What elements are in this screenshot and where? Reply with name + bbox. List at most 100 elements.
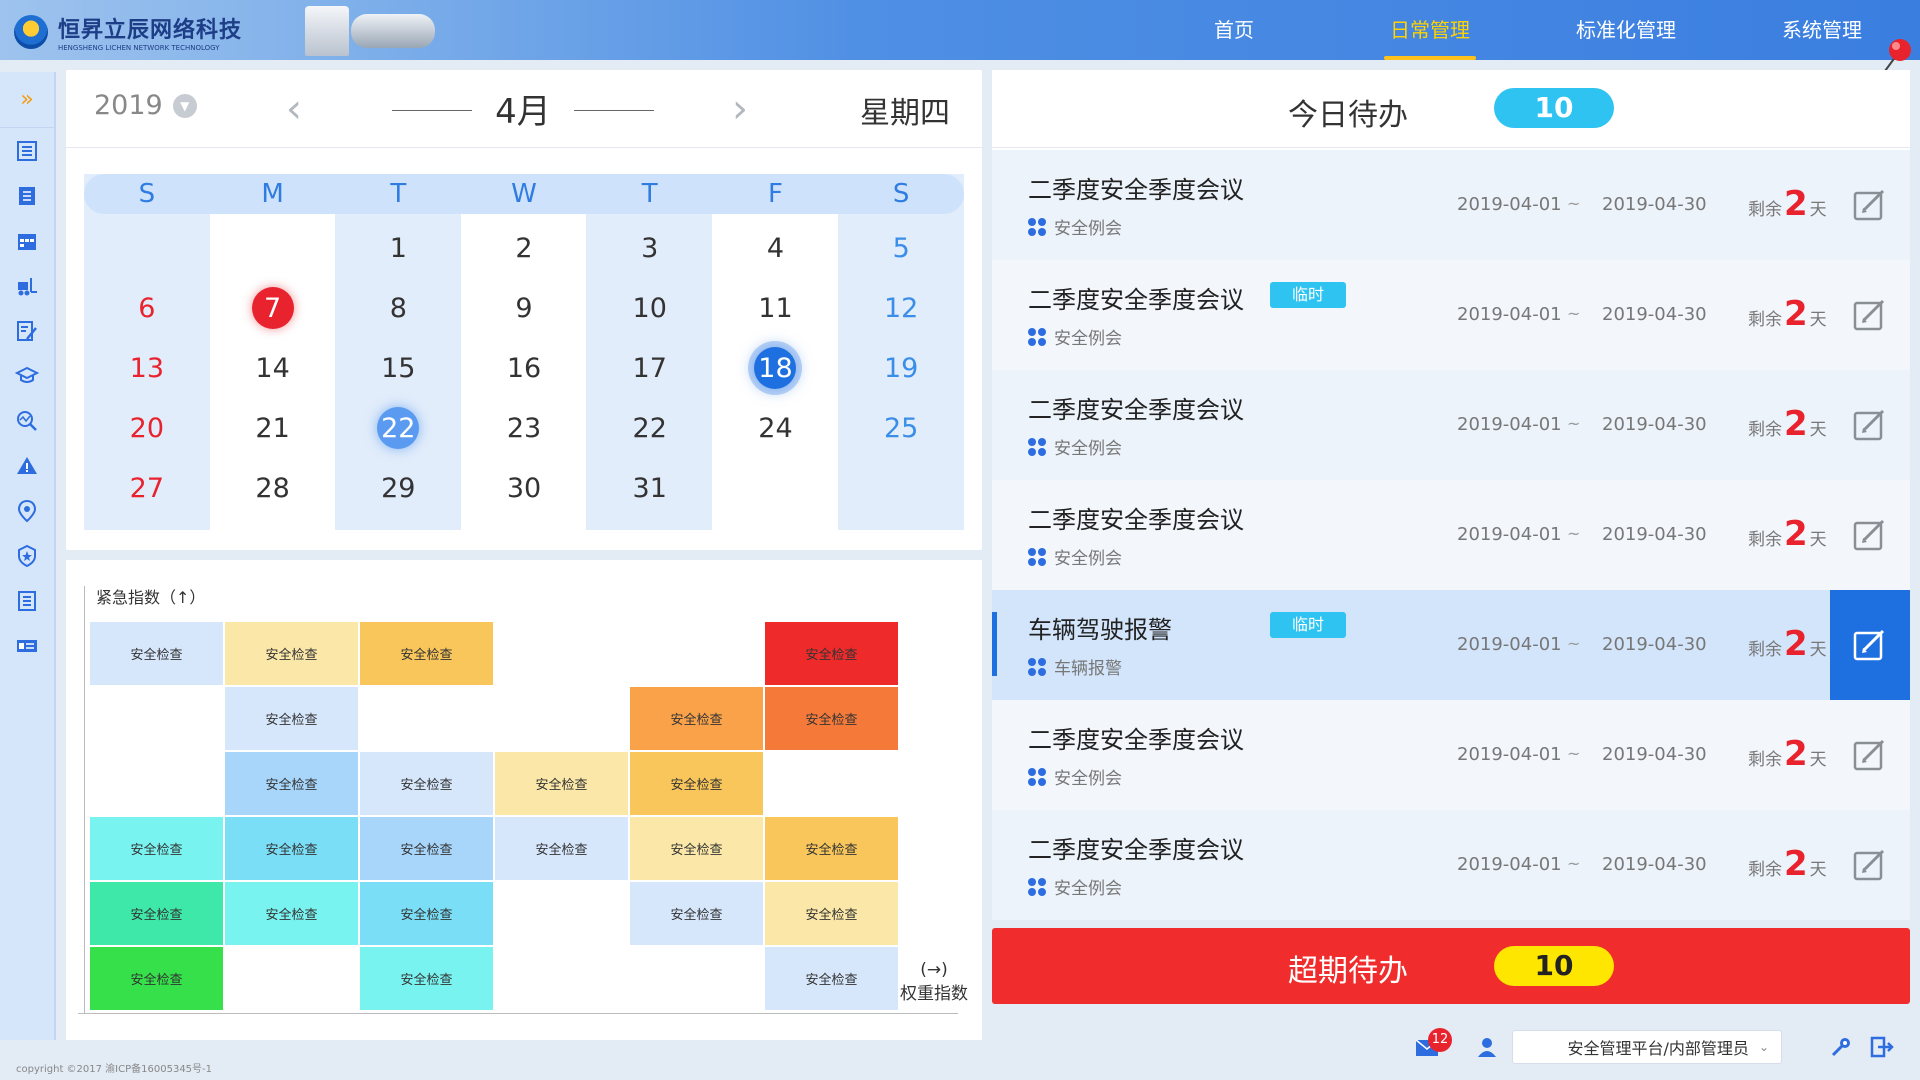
- matrix-cell[interactable]: 安全检查: [225, 687, 358, 750]
- sidebar-item-calendar[interactable]: [0, 218, 54, 263]
- sidebar-item-notebook[interactable]: [0, 173, 54, 218]
- sidebar-item-list[interactable]: [0, 128, 54, 173]
- calendar-day[interactable]: 16: [461, 338, 587, 398]
- todo-item-category: 安全例会: [1028, 214, 1122, 239]
- calendar-day[interactable]: 9: [461, 278, 587, 338]
- todo-item[interactable]: 二季度安全季度会议 安全例会 2019-04-01 ~2019-04-30 剩余 2 天: [992, 700, 1910, 810]
- key-icon[interactable]: [1830, 1036, 1852, 1058]
- sidebar-expand-button[interactable]: »: [0, 72, 54, 128]
- mail-button[interactable]: 12: [1414, 1028, 1454, 1058]
- sidebar-item-chart-search[interactable]: [0, 398, 54, 443]
- sidebar-item-warning[interactable]: [0, 443, 54, 488]
- matrix-cell[interactable]: 安全检查: [630, 687, 763, 750]
- matrix-cell[interactable]: 安全检查: [225, 817, 358, 880]
- matrix-cell[interactable]: 安全检查: [90, 947, 223, 1010]
- calendar-day[interactable]: 6: [84, 278, 210, 338]
- calendar-day[interactable]: 15: [335, 338, 461, 398]
- calendar-day[interactable]: 4: [713, 218, 839, 278]
- matrix-cell[interactable]: 安全检查: [225, 752, 358, 815]
- edit-button[interactable]: [1830, 810, 1910, 920]
- matrix-cell[interactable]: 安全检查: [630, 817, 763, 880]
- matrix-cell[interactable]: 安全检查: [495, 817, 628, 880]
- todo-item[interactable]: 二季度安全季度会议 安全例会 2019-04-01 ~2019-04-30 剩余 2 天: [992, 150, 1910, 260]
- sidebar-item-vehicle-card[interactable]: [0, 623, 54, 668]
- edit-button[interactable]: [1830, 590, 1910, 700]
- calendar-day[interactable]: 11: [713, 278, 839, 338]
- matrix-cell[interactable]: 安全检查: [360, 752, 493, 815]
- todo-item[interactable]: 二季度安全季度会议 临时 安全例会 2019-04-01 ~2019-04-30 剩余 2 天: [992, 260, 1910, 370]
- overdue-todo-bar[interactable]: 超期待办 10: [992, 928, 1910, 1004]
- calendar-day[interactable]: 8: [335, 278, 461, 338]
- calendar-day[interactable]: 10: [587, 278, 713, 338]
- todo-item[interactable]: 二季度安全季度会议 安全例会 2019-04-01 ~2019-04-30 剩余 2 天: [992, 370, 1910, 480]
- matrix-cell[interactable]: 安全检查: [90, 882, 223, 945]
- calendar-day[interactable]: 23: [461, 398, 587, 458]
- matrix-cell[interactable]: 安全检查: [360, 947, 493, 1010]
- calendar-day[interactable]: 30: [461, 458, 587, 518]
- sidebar-item-graduation-cap[interactable]: [0, 353, 54, 398]
- calendar-day[interactable]: 24: [713, 398, 839, 458]
- calendar-day[interactable]: 25: [838, 398, 964, 458]
- edit-button[interactable]: [1830, 480, 1910, 590]
- calendar-day[interactable]: 2: [461, 218, 587, 278]
- sidebar-item-location-pin[interactable]: [0, 488, 54, 533]
- nav-item-1[interactable]: 日常管理: [1332, 0, 1528, 60]
- matrix-cell[interactable]: 安全检查: [765, 882, 898, 945]
- edit-button[interactable]: [1830, 260, 1910, 370]
- matrix-cell[interactable]: 安全检查: [360, 622, 493, 685]
- calendar-day[interactable]: 1: [335, 218, 461, 278]
- category-icon: [1028, 877, 1046, 896]
- matrix-cell[interactable]: 安全检查: [630, 882, 763, 945]
- sidebar-item-edit-doc[interactable]: [0, 308, 54, 353]
- year-selector[interactable]: 2019 ▼: [94, 90, 197, 121]
- matrix-cell[interactable]: 安全检查: [225, 882, 358, 945]
- calendar-day[interactable]: 27: [84, 458, 210, 518]
- matrix-cell[interactable]: 安全检查: [360, 882, 493, 945]
- calendar-day[interactable]: 12: [838, 278, 964, 338]
- calendar-day[interactable]: 31: [587, 458, 713, 518]
- matrix-cell[interactable]: 安全检查: [495, 752, 628, 815]
- edit-button[interactable]: [1830, 370, 1910, 480]
- matrix-cell[interactable]: 安全检查: [90, 622, 223, 685]
- calendar-day[interactable]: 22: [335, 398, 461, 458]
- edit-button[interactable]: [1830, 700, 1910, 810]
- todo-item[interactable]: 二季度安全季度会议 安全例会 2019-04-01 ~2019-04-30 剩余 2 天: [992, 810, 1910, 920]
- calendar-day[interactable]: 14: [210, 338, 336, 398]
- calendar-day[interactable]: 7: [210, 278, 336, 338]
- calendar-day[interactable]: 29: [335, 458, 461, 518]
- matrix-cell[interactable]: 安全检查: [765, 947, 898, 1010]
- matrix-cell[interactable]: 安全检查: [765, 687, 898, 750]
- matrix-cell[interactable]: 安全检查: [765, 817, 898, 880]
- calendar-day[interactable]: 22: [587, 398, 713, 458]
- calendar-day[interactable]: 28: [210, 458, 336, 518]
- calendar-day[interactable]: 19: [838, 338, 964, 398]
- edit-button[interactable]: [1830, 150, 1910, 260]
- matrix-cell[interactable]: 安全检查: [630, 752, 763, 815]
- todo-item[interactable]: 二季度安全季度会议 安全例会 2019-04-01 ~2019-04-30 剩余 2 天: [992, 480, 1910, 590]
- sidebar-item-forklift[interactable]: [0, 263, 54, 308]
- matrix-cell[interactable]: 安全检查: [360, 817, 493, 880]
- day-number: 3: [641, 232, 659, 264]
- nav-item-2[interactable]: 标准化管理: [1528, 0, 1724, 60]
- calendar-day[interactable]: 18: [713, 338, 839, 398]
- calendar-day[interactable]: 20: [84, 398, 210, 458]
- calendar-day[interactable]: 5: [838, 218, 964, 278]
- matrix-cell[interactable]: 安全检查: [90, 817, 223, 880]
- sidebar-item-shield-star[interactable]: [0, 533, 54, 578]
- todo-item[interactable]: 车辆驾驶报警 临时 车辆报警 2019-04-01 ~2019-04-30 剩余 2 天: [992, 590, 1910, 700]
- overdue-count-badge: 10: [1494, 946, 1614, 986]
- matrix-cell[interactable]: 安全检查: [225, 622, 358, 685]
- nav-item-0[interactable]: 首页: [1136, 0, 1332, 60]
- end-date: 2019-04-30: [1602, 744, 1707, 765]
- sidebar-item-document[interactable]: [0, 578, 54, 623]
- calendar-day[interactable]: 21: [210, 398, 336, 458]
- account-selector[interactable]: 安全管理平台/内部管理员 ⌄: [1512, 1030, 1782, 1064]
- prev-month-button[interactable]: ‹: [286, 86, 302, 132]
- next-month-button[interactable]: ›: [732, 86, 748, 132]
- chevron-down-icon[interactable]: ▼: [172, 93, 197, 118]
- matrix-cell[interactable]: 安全检查: [765, 622, 898, 685]
- calendar-day[interactable]: 17: [587, 338, 713, 398]
- logout-icon[interactable]: [1870, 1036, 1894, 1058]
- calendar-day[interactable]: 13: [84, 338, 210, 398]
- calendar-day[interactable]: 3: [587, 218, 713, 278]
